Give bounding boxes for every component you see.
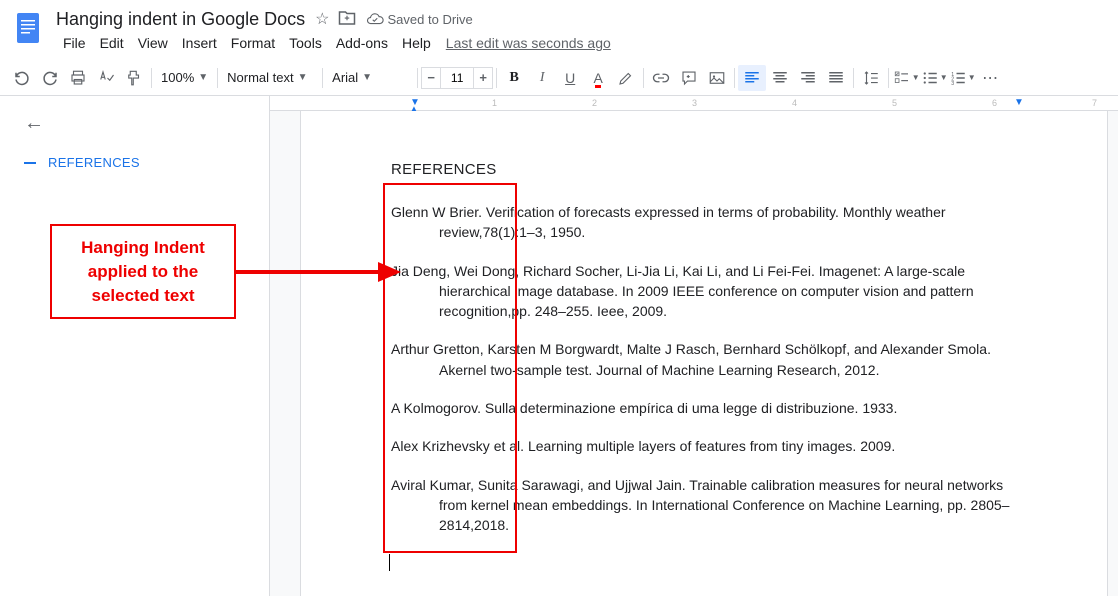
- fontsize-stepper: − +: [421, 67, 493, 89]
- italic-button[interactable]: I: [528, 65, 556, 91]
- menubar: File Edit View Insert Format Tools Add-o…: [56, 32, 1110, 54]
- menu-edit[interactable]: Edit: [93, 31, 131, 55]
- fontsize-input[interactable]: [441, 67, 473, 89]
- reference-entry[interactable]: Alex Krizhevsky et al. Learning multiple…: [391, 436, 1017, 456]
- menu-tools[interactable]: Tools: [282, 31, 329, 55]
- annotation-callout: Hanging Indent applied to the selected t…: [50, 224, 236, 319]
- font-select[interactable]: Arial▼: [326, 66, 414, 90]
- separator: [734, 68, 735, 88]
- separator: [322, 68, 323, 88]
- separator: [643, 68, 644, 88]
- menu-file[interactable]: File: [56, 31, 93, 55]
- comment-button[interactable]: [675, 65, 703, 91]
- spellcheck-button[interactable]: [92, 65, 120, 91]
- docs-logo[interactable]: [8, 8, 48, 48]
- align-justify-button[interactable]: [822, 65, 850, 91]
- separator: [888, 68, 889, 88]
- bold-button[interactable]: B: [500, 65, 528, 91]
- ruler-tick-label: 4: [792, 98, 797, 108]
- outline-marker: [24, 162, 36, 164]
- outline-pane: ← REFERENCES Hanging Indent applied to t…: [0, 96, 270, 596]
- highlight-button[interactable]: [612, 65, 640, 91]
- text-cursor: [389, 554, 390, 571]
- checklist-button[interactable]: ▼: [892, 65, 920, 91]
- line-spacing-button[interactable]: [857, 65, 885, 91]
- ruler-tick-label: 3: [692, 98, 697, 108]
- undo-button[interactable]: [8, 65, 36, 91]
- fontsize-decrease[interactable]: −: [421, 67, 441, 89]
- callout-line: applied to the: [60, 260, 226, 284]
- cloud-icon: [366, 10, 384, 28]
- insert-image-button[interactable]: [703, 65, 731, 91]
- redo-button[interactable]: [36, 65, 64, 91]
- insert-link-button[interactable]: [647, 65, 675, 91]
- document-title[interactable]: Hanging indent in Google Docs: [56, 9, 305, 30]
- move-icon[interactable]: [338, 9, 356, 30]
- numbered-list-button[interactable]: 123▼: [948, 65, 976, 91]
- reference-entry[interactable]: Jia Deng, Wei Dong, Richard Socher, Li-J…: [391, 261, 1017, 322]
- reference-entry[interactable]: Glenn W Brier. Verification of forecasts…: [391, 202, 1017, 243]
- bulleted-list-button[interactable]: ▼: [920, 65, 948, 91]
- separator: [151, 68, 152, 88]
- more-button[interactable]: ⋯: [976, 65, 1004, 91]
- menu-view[interactable]: View: [131, 31, 175, 55]
- heading-references[interactable]: REFERENCES: [391, 161, 1017, 178]
- ruler-tick-label: 1: [492, 98, 497, 108]
- toolbar: 100%▼ Normal text▼ Arial▼ − + B I U A ▼ …: [0, 60, 1118, 96]
- document-area: ▼ ▲ 1 2 3 4 5 6 ▼ 7 REFERENCES Glenn W B…: [270, 96, 1118, 596]
- paint-format-button[interactable]: [120, 65, 148, 91]
- ruler-tick-label: 2: [592, 98, 597, 108]
- workspace: ← REFERENCES Hanging Indent applied to t…: [0, 96, 1118, 596]
- saved-text: Saved to Drive: [388, 12, 473, 27]
- chevron-down-icon: ▼: [362, 72, 372, 83]
- callout-line: Hanging Indent: [60, 236, 226, 260]
- menu-addons[interactable]: Add-ons: [329, 31, 395, 55]
- align-right-button[interactable]: [794, 65, 822, 91]
- separator: [217, 68, 218, 88]
- ruler-tick-label: 5: [892, 98, 897, 108]
- reference-entry[interactable]: A Kolmogorov. Sulla determinazione empír…: [391, 398, 1017, 418]
- outline-heading-label: REFERENCES: [48, 155, 140, 170]
- reference-entry[interactable]: Aviral Kumar, Sunita Sarawagi, and Ujjwa…: [391, 475, 1017, 536]
- svg-text:3: 3: [951, 80, 954, 86]
- style-select[interactable]: Normal text▼: [221, 66, 319, 90]
- text-color-button[interactable]: A: [584, 65, 612, 91]
- menu-insert[interactable]: Insert: [175, 31, 224, 55]
- separator: [496, 68, 497, 88]
- star-icon[interactable]: ☆: [315, 9, 329, 29]
- reference-entry[interactable]: Arthur Gretton, Karsten M Borgwardt, Mal…: [391, 339, 1017, 380]
- last-edit-link[interactable]: Last edit was seconds ago: [446, 35, 611, 51]
- right-indent-marker[interactable]: ▼: [1014, 97, 1024, 108]
- ruler-tick-label: 6: [992, 98, 997, 108]
- fontsize-increase[interactable]: +: [473, 67, 493, 89]
- ruler-tick-label: 7: [1092, 98, 1097, 108]
- menu-format[interactable]: Format: [224, 31, 282, 55]
- google-docs-icon: [10, 10, 46, 46]
- separator: [853, 68, 854, 88]
- separator: [417, 68, 418, 88]
- underline-button[interactable]: U: [556, 65, 584, 91]
- chevron-down-icon: ▼: [198, 72, 208, 83]
- align-center-button[interactable]: [766, 65, 794, 91]
- callout-line: selected text: [60, 284, 226, 308]
- zoom-select[interactable]: 100%▼: [155, 66, 214, 90]
- horizontal-ruler[interactable]: ▼ ▲ 1 2 3 4 5 6 ▼ 7: [270, 96, 1118, 111]
- print-button[interactable]: [64, 65, 92, 91]
- header: Hanging indent in Google Docs ☆ Saved to…: [0, 0, 1118, 54]
- outline-heading-references[interactable]: REFERENCES: [24, 155, 245, 170]
- saved-status[interactable]: Saved to Drive: [366, 10, 473, 28]
- menu-help[interactable]: Help: [395, 31, 438, 55]
- align-left-button[interactable]: [738, 65, 766, 91]
- outline-back-button[interactable]: ←: [24, 112, 44, 135]
- document-page[interactable]: REFERENCES Glenn W Brier. Verification o…: [300, 111, 1108, 596]
- chevron-down-icon: ▼: [298, 72, 308, 83]
